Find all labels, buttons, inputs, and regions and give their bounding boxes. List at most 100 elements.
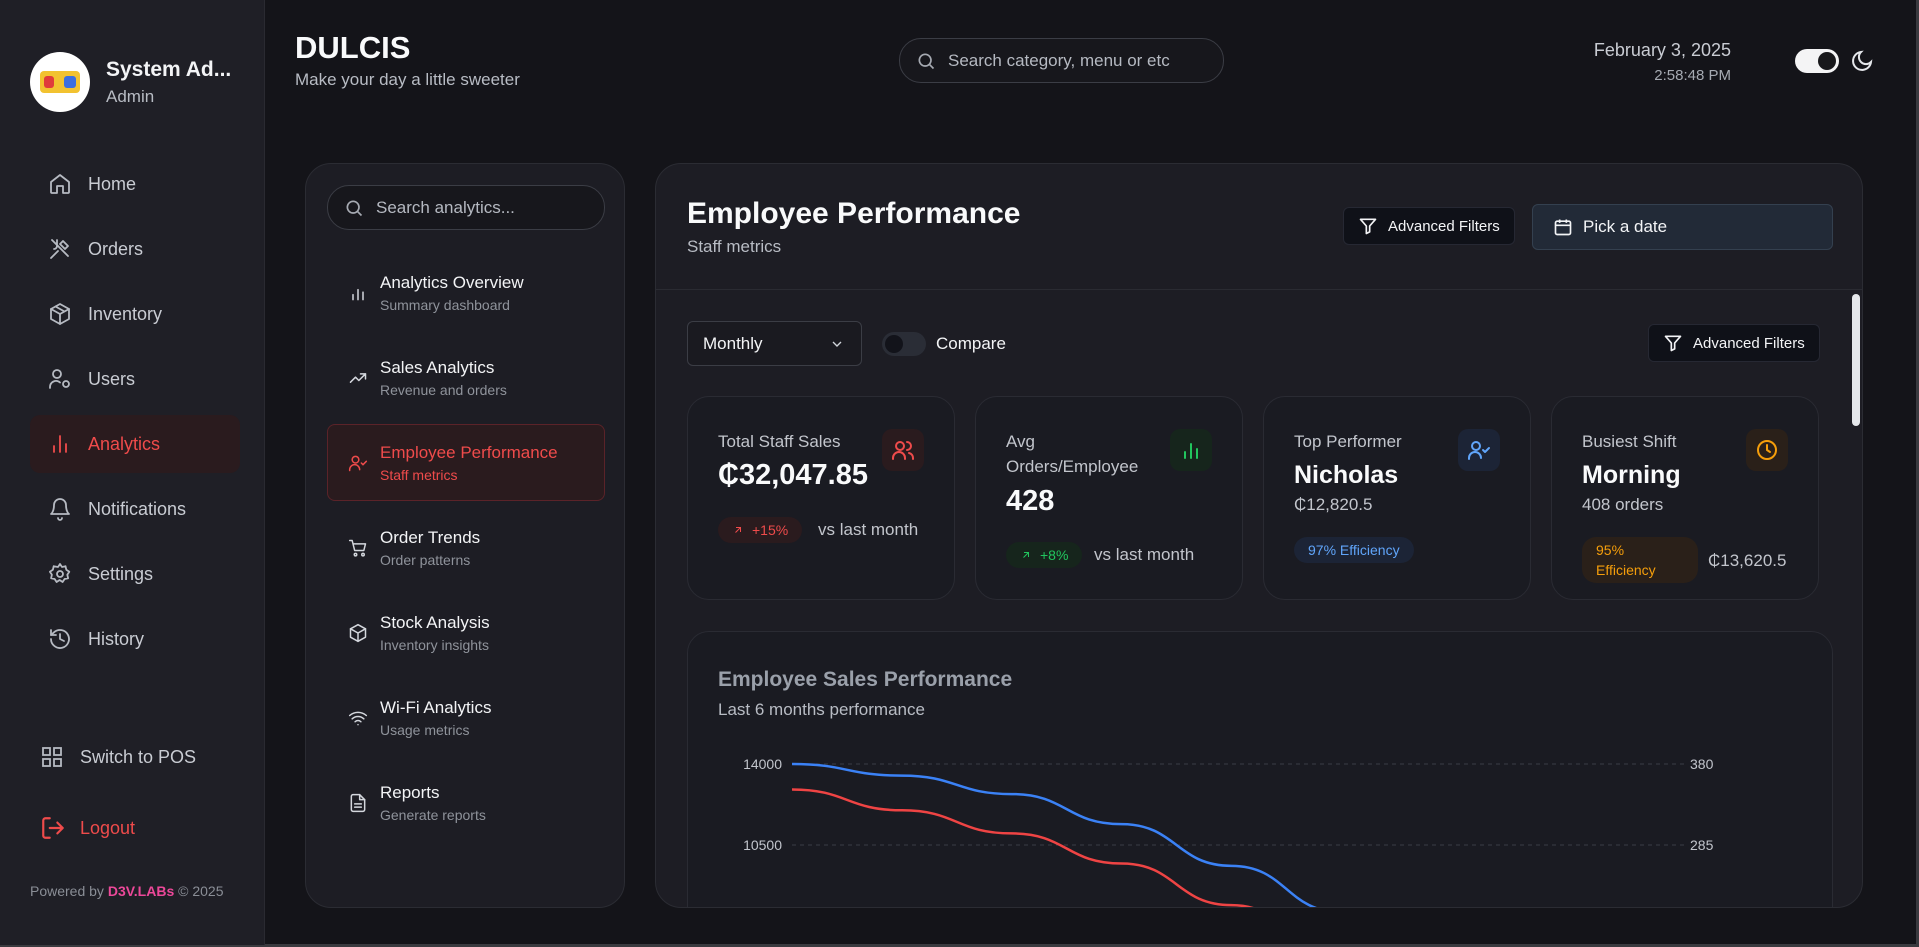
- subnav-item-reports[interactable]: Reports Generate reports: [327, 764, 605, 841]
- card-value: Morning: [1582, 461, 1681, 489]
- scrollbar[interactable]: [1850, 290, 1862, 907]
- sidebar-item-label: Orders: [88, 238, 144, 259]
- shift-revenue: ₵13,620.5: [1708, 551, 1787, 570]
- logout-button[interactable]: Logout: [40, 815, 135, 841]
- change-badge: +8%: [1006, 542, 1083, 568]
- y-right-tick-label: 380: [1690, 756, 1714, 772]
- series-line-1: [791, 788, 1254, 907]
- change-value: +8%: [1040, 547, 1069, 563]
- advanced-filters-button-secondary[interactable]: Advanced Filters: [1648, 324, 1820, 362]
- clock-icon: [1746, 429, 1788, 471]
- date-picker-button[interactable]: Pick a date: [1532, 204, 1833, 250]
- stat-card-top-performer: Top Performer Nicholas ₵12,820.5 97% Eff…: [1263, 396, 1531, 600]
- card-subvalue: ₵12,820.5: [1294, 495, 1373, 514]
- subnav-subtitle: Usage metrics: [380, 721, 470, 738]
- user-profile[interactable]: System Ad... Admin: [30, 52, 231, 112]
- subnav-title: Reports: [380, 782, 440, 802]
- subnav-item-wifi-analytics[interactable]: Wi-Fi Analytics Usage metrics: [327, 679, 605, 756]
- gear-icon: [49, 563, 71, 583]
- subnav-subtitle: Staff metrics: [380, 466, 458, 483]
- subnav-item-employee-performance[interactable]: Employee Performance Staff metrics: [327, 424, 605, 501]
- sidebar-item-label: Inventory: [88, 303, 163, 324]
- sidebar-item-label: Users: [88, 368, 136, 389]
- subnav-subtitle: Order patterns: [380, 551, 471, 568]
- chevron-down-icon: [832, 341, 842, 347]
- subnav-item-stock-analysis[interactable]: Stock Analysis Inventory insights: [327, 594, 605, 671]
- card-value: 428: [1006, 485, 1055, 517]
- subnav-subtitle: Summary dashboard: [380, 296, 510, 313]
- history-icon: [50, 629, 70, 649]
- global-search-input[interactable]: [948, 50, 1208, 71]
- bar-chart-icon: [1170, 429, 1212, 471]
- series-line-0: [791, 762, 1318, 907]
- sidebar-item-orders[interactable]: Orders: [30, 220, 240, 278]
- card-label: Avg Orders/Employee: [1006, 432, 1139, 476]
- stat-card-total-sales: Total Staff Sales ₵32,047.85 +15% vs las…: [687, 396, 955, 600]
- utensils-icon: [50, 239, 69, 259]
- bar-chart-icon: [53, 435, 67, 453]
- app-tagline: Make your day a little sweeter: [295, 70, 520, 89]
- theme-toggle[interactable]: [1795, 49, 1839, 73]
- file-icon: [350, 793, 366, 812]
- current-time: 2:58:48 PM: [1654, 67, 1731, 84]
- change-value: +15%: [752, 522, 789, 538]
- card-subvalue: 408 orders: [1582, 495, 1664, 514]
- y-left-tick-label: 10500: [743, 837, 782, 853]
- period-select[interactable]: Monthly: [687, 321, 862, 366]
- compare-toggle[interactable]: [882, 332, 926, 356]
- calendar-icon: [1554, 219, 1572, 236]
- sidebar-item-settings[interactable]: Settings: [30, 545, 240, 603]
- sidebar-item-analytics[interactable]: Analytics: [30, 415, 240, 473]
- comparison-text: vs last month: [818, 520, 919, 539]
- sidebar: System Ad... Admin Home Orders Inventory…: [0, 0, 265, 945]
- advanced-filters-button[interactable]: Advanced Filters: [1343, 207, 1515, 245]
- analytics-search-input[interactable]: [376, 197, 596, 218]
- subnav-item-sales-analytics[interactable]: Sales Analytics Revenue and orders: [327, 339, 605, 416]
- stat-card-busiest-shift: Busiest Shift Morning 408 orders 95% Eff…: [1551, 396, 1819, 600]
- bar-chart-icon: [352, 288, 364, 300]
- analytics-search[interactable]: [327, 185, 605, 230]
- card-label: Top Performer: [1294, 432, 1402, 451]
- compare-label: Compare: [936, 334, 1006, 353]
- sidebar-item-history[interactable]: History: [30, 610, 240, 668]
- subnav-item-analytics-overview[interactable]: Analytics Overview Summary dashboard: [327, 254, 605, 331]
- logout-label: Logout: [80, 817, 136, 838]
- main-nav: Home Orders Inventory Users Analytics No…: [30, 155, 240, 675]
- switch-pos-label: Switch to POS: [80, 746, 197, 767]
- global-search[interactable]: [899, 38, 1224, 83]
- sidebar-item-inventory[interactable]: Inventory: [30, 285, 240, 343]
- date-picker-label: Pick a date: [1583, 217, 1668, 236]
- switch-to-pos-button[interactable]: Switch to POS: [40, 745, 196, 769]
- moon-icon[interactable]: [1850, 49, 1874, 73]
- subnav-title: Wi-Fi Analytics: [380, 697, 492, 717]
- search-icon: [346, 200, 363, 216]
- sidebar-item-label: History: [88, 628, 145, 649]
- sidebar-item-label: Analytics: [88, 433, 161, 454]
- stat-card-avg-orders: Avg Orders/Employee 428 +8% vs last mont…: [975, 396, 1243, 600]
- search-icon: [918, 53, 935, 69]
- user-check-icon: [1458, 429, 1500, 471]
- sidebar-item-home[interactable]: Home: [30, 155, 240, 213]
- line-chart: 14000 380 10500 285: [743, 756, 1714, 907]
- wifi-icon: [348, 711, 368, 725]
- page-subtitle: Staff metrics: [687, 237, 782, 256]
- filter-icon: [1359, 218, 1377, 235]
- bell-icon: [50, 498, 70, 521]
- scrollbar-thumb[interactable]: [1852, 294, 1860, 426]
- sidebar-item-users[interactable]: Users: [30, 350, 240, 408]
- subnav-title: Order Trends: [380, 527, 481, 547]
- sidebar-item-label: Notifications: [88, 498, 187, 519]
- app-title: DULCIS: [295, 30, 411, 65]
- advanced-filters-label: Advanced Filters: [1693, 334, 1805, 352]
- powered-suffix: © 2025: [178, 883, 224, 899]
- powered-brand[interactable]: D3V.LABs: [108, 883, 174, 899]
- sidebar-item-notifications[interactable]: Notifications: [30, 480, 240, 538]
- logout-icon: [42, 817, 64, 839]
- sidebar-item-label: Settings: [88, 563, 154, 584]
- efficiency-badge: 95% Efficiency: [1582, 537, 1698, 583]
- subnav-item-order-trends[interactable]: Order Trends Order patterns: [327, 509, 605, 586]
- card-value: ₵32,047.85: [718, 459, 868, 491]
- period-select-value: Monthly: [703, 333, 763, 353]
- analytics-list: Analytics Overview Summary dashboard Sale…: [327, 254, 605, 849]
- efficiency-badge: 97% Efficiency: [1294, 537, 1414, 563]
